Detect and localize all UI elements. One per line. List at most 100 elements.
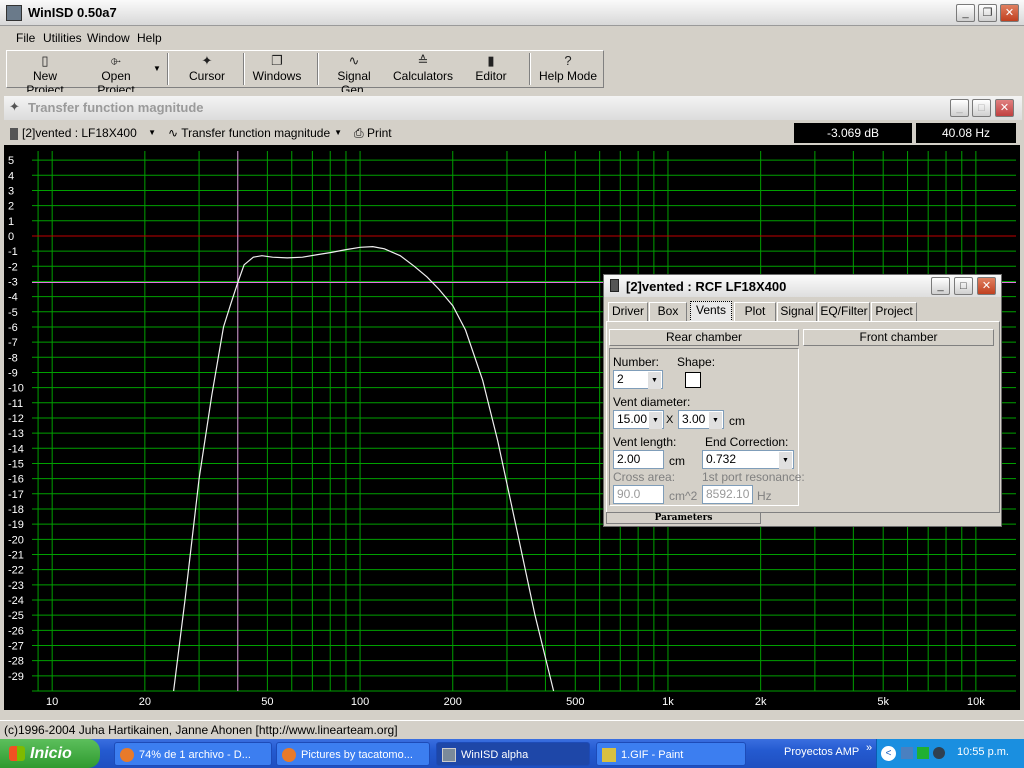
tab-signal[interactable]: Signal [777, 302, 817, 321]
dialog-minimize-button[interactable]: _ [931, 277, 950, 295]
help-mode-button[interactable]: ? Help Mode [537, 51, 599, 87]
x-tick-label: 100 [351, 696, 369, 708]
x-tick-label: 10k [967, 696, 985, 708]
y-tick-label: -25 [8, 610, 24, 622]
network-icon[interactable] [901, 747, 913, 759]
graph-type-select[interactable]: ∿ Transfer function magnitude ▼ [168, 123, 344, 143]
y-tick-label: -21 [8, 549, 24, 561]
y-tick-label: -4 [8, 292, 18, 304]
y-tick-label: 2 [8, 201, 14, 213]
cross-area-unit: cm^2 [669, 489, 698, 503]
taskbar-item-firefox-download[interactable]: 74% de 1 archivo - D... [114, 742, 272, 766]
y-tick-label: -12 [8, 413, 24, 425]
editor-button[interactable]: ▮ Editor [465, 51, 517, 87]
vent-diameter-unit: cm [729, 414, 745, 428]
chevron-down-icon: ▼ [649, 412, 662, 429]
menu-file[interactable]: File [16, 31, 35, 45]
chevron-right-icon[interactable]: » [866, 742, 872, 754]
taskbar-item-paint[interactable]: 1.GIF - Paint [596, 742, 746, 766]
x-tick-label: 10 [46, 696, 58, 708]
tab-plot[interactable]: Plot [734, 302, 776, 321]
x-tick-label: 200 [444, 696, 462, 708]
new-project-button[interactable]: ▯ New Project [13, 51, 77, 97]
copyright-text: (c)1996-2004 Juha Hartikainen, Janne Aho… [4, 723, 398, 737]
vent-diameter-1-select[interactable]: 15.00 ▼ [613, 410, 664, 429]
port-resonance-field: 8592.10 [702, 485, 753, 504]
y-tick-label: -29 [8, 671, 24, 683]
tab-vents[interactable]: Vents [690, 301, 732, 322]
start-button[interactable]: Inicio [0, 739, 100, 768]
taskbar-item-winisd[interactable]: WinISD alpha [436, 742, 590, 766]
rear-chamber-button[interactable]: Rear chamber [609, 329, 799, 346]
project-icon [610, 279, 619, 292]
dialog-close-button[interactable]: ✕ [977, 277, 996, 295]
vent-length-label: Vent length: [613, 435, 677, 449]
y-tick-label: -3 [8, 276, 18, 288]
open-project-dropdown[interactable]: ▼ [151, 51, 163, 87]
tab-project[interactable]: Project [871, 302, 917, 321]
vent-diameter-2-select[interactable]: 3.00 ▼ [678, 410, 724, 429]
x-tick-label: 20 [139, 696, 151, 708]
graph-close-button[interactable]: ✕ [995, 99, 1014, 117]
calculator-icon: ≙ [417, 53, 429, 68]
print-button[interactable]: ⎙ Print [354, 123, 404, 143]
graph-window-title: Transfer function magnitude [28, 100, 204, 115]
port-resonance-unit: Hz [757, 489, 772, 503]
y-tick-label: -20 [8, 534, 24, 546]
quick-toolbar-label[interactable]: Proyectos AMP [784, 746, 859, 758]
toolbar-separator [167, 53, 169, 85]
cursor-button[interactable]: ✦ Cursor [179, 51, 235, 87]
taskbar-item-firefox-pictures[interactable]: Pictures by tacatomo... [276, 742, 430, 766]
volume-icon[interactable] [933, 747, 945, 759]
sine-wave-icon: ∿ [168, 126, 179, 140]
calculators-button[interactable]: ≙ Calculators [391, 51, 455, 87]
y-tick-label: -28 [8, 656, 24, 668]
vent-diameter-x: X [666, 414, 674, 426]
end-correction-select[interactable]: 0.732 ▼ [702, 450, 794, 469]
signal-gen-button[interactable]: ∿ Signal Gen. [323, 51, 385, 97]
y-tick-label: -1 [8, 246, 18, 258]
printer-icon: ⎙ [354, 126, 364, 140]
project-select[interactable]: [2]vented : LF18X400 ▼ [10, 123, 160, 143]
chevron-down-icon: ▼ [709, 412, 722, 429]
tab-driver[interactable]: Driver [608, 302, 648, 321]
y-tick-label: -2 [8, 261, 18, 273]
y-tick-label: 0 [8, 231, 14, 243]
y-tick-label: 5 [8, 155, 14, 167]
tab-box[interactable]: Box [649, 302, 687, 321]
menu-window[interactable]: Window [87, 31, 130, 45]
menu-utilities[interactable]: Utilities [43, 31, 82, 45]
status-bar: (c)1996-2004 Juha Hartikainen, Janne Aho… [0, 720, 1024, 738]
shape-icon[interactable] [685, 372, 701, 388]
graph-window-icon: ✦ [9, 99, 20, 114]
chevron-down-icon: ▼ [148, 128, 156, 137]
graph-minimize-button[interactable]: _ [950, 99, 969, 117]
graph-toolbar: [2]vented : LF18X400 ▼ ∿ Transfer functi… [4, 121, 1022, 145]
toolbar-separator [317, 53, 319, 85]
dialog-maximize-button[interactable]: □ [954, 277, 973, 295]
menu-help[interactable]: Help [137, 31, 162, 45]
parameters-bar[interactable]: Parameters [606, 512, 761, 524]
y-tick-label: -18 [8, 504, 24, 516]
cursor-db-readout: -3.069 dB [794, 123, 912, 143]
windows-button[interactable]: ❐ Windows [249, 51, 305, 87]
restore-button[interactable]: ❐ [978, 4, 997, 22]
end-correction-label: End Correction: [705, 435, 789, 449]
front-chamber-button[interactable]: Front chamber [803, 329, 994, 346]
status-green-icon[interactable] [917, 747, 929, 759]
port-resonance-label: 1st port resonance: [702, 470, 805, 484]
chevron-left-icon[interactable]: < [881, 746, 896, 761]
tab-eq-filter[interactable]: EQ/Filter [818, 302, 870, 321]
close-button[interactable]: ✕ [1000, 4, 1019, 22]
open-project-button[interactable]: ⌱ Open Project [81, 51, 151, 97]
number-select[interactable]: 2 ▼ [613, 370, 663, 389]
y-tick-label: -5 [8, 307, 18, 319]
menu-bar: File Utilities Window Help [0, 27, 1024, 49]
graph-maximize-button[interactable]: □ [972, 99, 991, 117]
minimize-button[interactable]: _ [956, 4, 975, 22]
new-project-icon: ▯ [41, 53, 49, 68]
cross-area-label: Cross area: [613, 470, 676, 484]
vent-length-input[interactable]: 2.00 [613, 450, 664, 469]
number-label: Number: [613, 355, 660, 369]
help-icon: ? [564, 53, 572, 68]
